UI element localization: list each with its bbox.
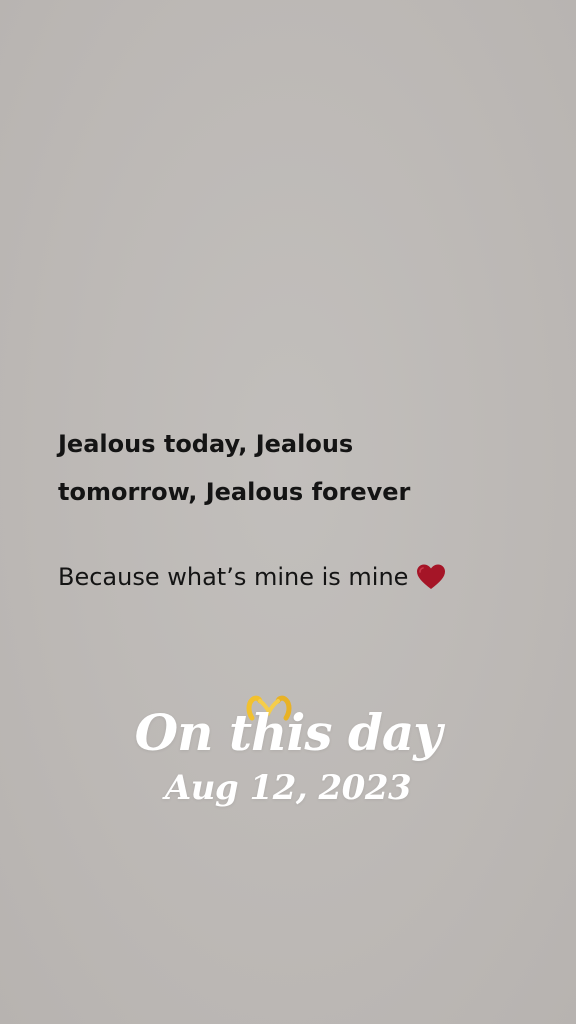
quote-block: Jealous today, Jealous tomorrow, Jealous… [58, 420, 518, 592]
quote-line-2: tomorrow, Jealous forever [58, 478, 411, 506]
red-heart-icon [416, 563, 446, 591]
memory-date: Aug 12, 2023 [164, 768, 412, 808]
memory-title: On this day [134, 703, 443, 762]
story-screen[interactable]: { "quote": { "line1": "Jealous today, Je… [0, 0, 576, 1024]
quote-subline: Because what’s mine is mine [58, 562, 518, 592]
quote-line-1: Jealous today, Jealous [58, 430, 354, 458]
quote-subline-text: Because what’s mine is mine [58, 563, 409, 591]
